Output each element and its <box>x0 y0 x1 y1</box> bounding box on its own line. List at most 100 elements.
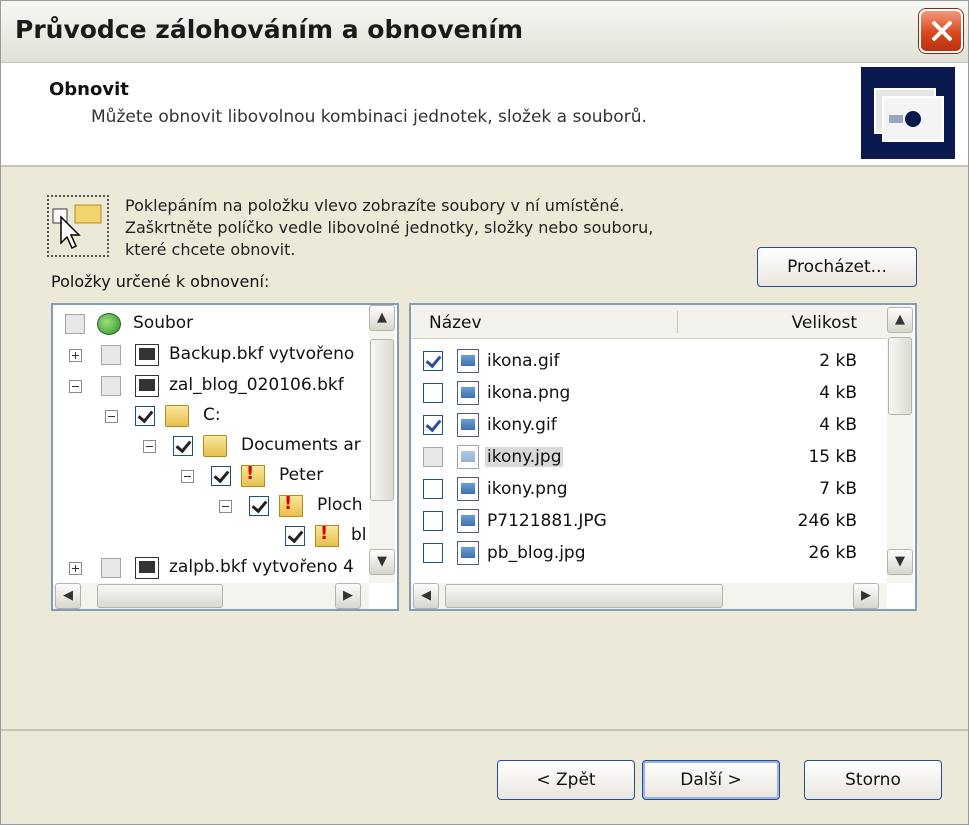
warning-folder-icon <box>241 463 265 487</box>
title-bar[interactable]: Průvodce zálohováním a obnovením <box>1 1 968 63</box>
close-icon[interactable] <box>919 9 963 53</box>
image-file-icon <box>457 477 479 501</box>
scroll-down-icon[interactable]: ▼ <box>887 549 913 575</box>
backup-media-icon <box>861 67 955 159</box>
image-file-icon <box>457 381 479 405</box>
scroll-thumb[interactable] <box>97 584 223 608</box>
file-size: 2 kB <box>819 351 857 371</box>
tree-checkbox[interactable] <box>101 376 121 396</box>
file-name: ikony.gif <box>487 415 557 435</box>
cancel-button[interactable]: Storno <box>804 760 942 800</box>
expand-icon[interactable] <box>69 562 82 575</box>
tree-item-label: C: <box>203 405 221 425</box>
tree-item-zal-blog[interactable]: zal_blog_020106.bkf <box>61 371 367 401</box>
column-name-header[interactable]: Název <box>429 313 482 333</box>
backup-file-icon <box>135 344 159 366</box>
column-divider[interactable] <box>677 311 678 333</box>
tree-item-label: Soubor <box>133 313 194 333</box>
file-row[interactable]: ikony.gif 4 kB <box>411 409 887 441</box>
tree-item-soubor[interactable]: Soubor <box>61 309 367 339</box>
file-row[interactable]: ikony.png 7 kB <box>411 473 887 505</box>
file-checkbox[interactable] <box>423 415 443 435</box>
collapse-icon[interactable] <box>143 440 156 453</box>
tree-checkbox[interactable] <box>101 558 121 578</box>
collapse-icon[interactable] <box>219 500 232 513</box>
instruction-line: které chcete obnovit. <box>125 240 296 259</box>
tree-checkbox[interactable] <box>249 496 269 516</box>
tree-checkbox[interactable] <box>285 526 305 546</box>
scroll-down-icon[interactable]: ▼ <box>369 549 395 575</box>
image-file-icon <box>457 445 479 469</box>
tree-item-label: Ploch <box>317 495 363 515</box>
file-row[interactable]: P7121881.JPG 246 kB <box>411 505 887 537</box>
tree-checkbox[interactable] <box>135 406 155 426</box>
file-checkbox[interactable] <box>423 351 443 371</box>
tree-item-backup-bkf[interactable]: Backup.bkf vytvořeno <box>61 340 367 370</box>
tree-horizontal-scrollbar[interactable]: ◀ ▶ <box>53 583 369 609</box>
tree-checkbox[interactable] <box>65 314 85 334</box>
backup-file-icon <box>135 375 159 397</box>
tree-item-documents[interactable]: Documents ar <box>61 431 367 461</box>
back-button[interactable]: < Zpět <box>497 760 635 800</box>
file-row[interactable]: ikona.gif 2 kB <box>411 345 887 377</box>
wizard-header: Obnovit Můžete obnovit libovolnou kombin… <box>1 63 968 167</box>
tree-checkbox[interactable] <box>101 345 121 365</box>
scroll-thumb[interactable] <box>445 584 723 608</box>
footer-divider <box>1 729 968 731</box>
expand-icon[interactable] <box>69 349 82 362</box>
file-list-header: Název Velikost <box>411 305 887 339</box>
file-size: 15 kB <box>808 447 857 467</box>
file-checkbox[interactable] <box>423 383 443 403</box>
scroll-thumb[interactable] <box>370 339 394 501</box>
tree-checkbox[interactable] <box>173 436 193 456</box>
tree-item-ploch[interactable]: Ploch <box>61 491 367 521</box>
tree-item-label: zal_blog_020106.bkf <box>169 375 344 395</box>
file-row[interactable]: ikona.png 4 kB <box>411 377 887 409</box>
backup-file-icon <box>135 557 159 579</box>
tree-vertical-scrollbar[interactable]: ▲ ▼ <box>369 305 395 583</box>
scroll-up-icon[interactable]: ▲ <box>369 305 395 331</box>
image-file-icon <box>457 509 479 533</box>
next-button[interactable]: Další > <box>642 760 780 800</box>
folder-icon <box>203 435 227 457</box>
click-hint-icon <box>47 195 109 257</box>
restore-tree[interactable]: Soubor Backup.bkf vytvořeno zal_blog_020… <box>51 303 399 611</box>
file-name: ikony.jpg <box>485 447 564 467</box>
scroll-left-icon[interactable]: ◀ <box>55 583 81 609</box>
window-title: Průvodce zálohováním a obnovením <box>15 15 524 44</box>
file-checkbox[interactable] <box>423 511 443 531</box>
collapse-icon[interactable] <box>105 410 118 423</box>
globe-icon <box>97 313 121 335</box>
file-row[interactable]: pb_blog.jpg 26 kB <box>411 537 887 569</box>
file-checkbox[interactable] <box>423 479 443 499</box>
tree-checkbox[interactable] <box>211 466 231 486</box>
instruction-line: Zaškrtněte políčko vedle libovolné jedno… <box>125 218 654 237</box>
tree-item-drive-c[interactable]: C: <box>61 401 367 431</box>
restore-items-label: Položky určené k obnovení: <box>51 272 270 291</box>
tree-item-peter[interactable]: Peter <box>61 461 367 491</box>
tree-item-label: Peter <box>279 465 324 485</box>
collapse-icon[interactable] <box>181 470 194 483</box>
file-checkbox[interactable] <box>423 543 443 563</box>
tree-item-bl[interactable]: bl <box>61 521 367 551</box>
tree-item-zalpb[interactable]: zalpb.bkf vytvořeno 4 <box>61 553 367 583</box>
tree-item-label: Documents ar <box>241 435 361 455</box>
file-name: P7121881.JPG <box>487 511 607 531</box>
collapse-icon[interactable] <box>69 380 82 393</box>
file-name: ikona.png <box>487 383 571 403</box>
file-horizontal-scrollbar[interactable]: ◀ ▶ <box>411 583 887 609</box>
scroll-right-icon[interactable]: ▶ <box>335 583 361 609</box>
scroll-right-icon[interactable]: ▶ <box>853 583 879 609</box>
wizard-window: Průvodce zálohováním a obnovením Obnovit… <box>0 0 969 825</box>
file-vertical-scrollbar[interactable]: ▲ ▼ <box>887 305 913 583</box>
file-row-selected[interactable]: ikony.jpg 15 kB <box>411 441 887 473</box>
scroll-left-icon[interactable]: ◀ <box>413 583 439 609</box>
scroll-thumb[interactable] <box>888 337 912 415</box>
browse-button[interactable]: Procházet... <box>757 247 917 287</box>
file-list[interactable]: Název Velikost ikona.gif 2 kB ikona.png … <box>409 303 917 611</box>
scroll-up-icon[interactable]: ▲ <box>887 307 913 333</box>
instruction-line: Poklepáním na položku vlevo zobrazíte so… <box>125 196 625 215</box>
column-size-header[interactable]: Velikost <box>792 313 857 333</box>
file-checkbox[interactable] <box>423 447 443 467</box>
file-name: ikony.png <box>487 479 568 499</box>
